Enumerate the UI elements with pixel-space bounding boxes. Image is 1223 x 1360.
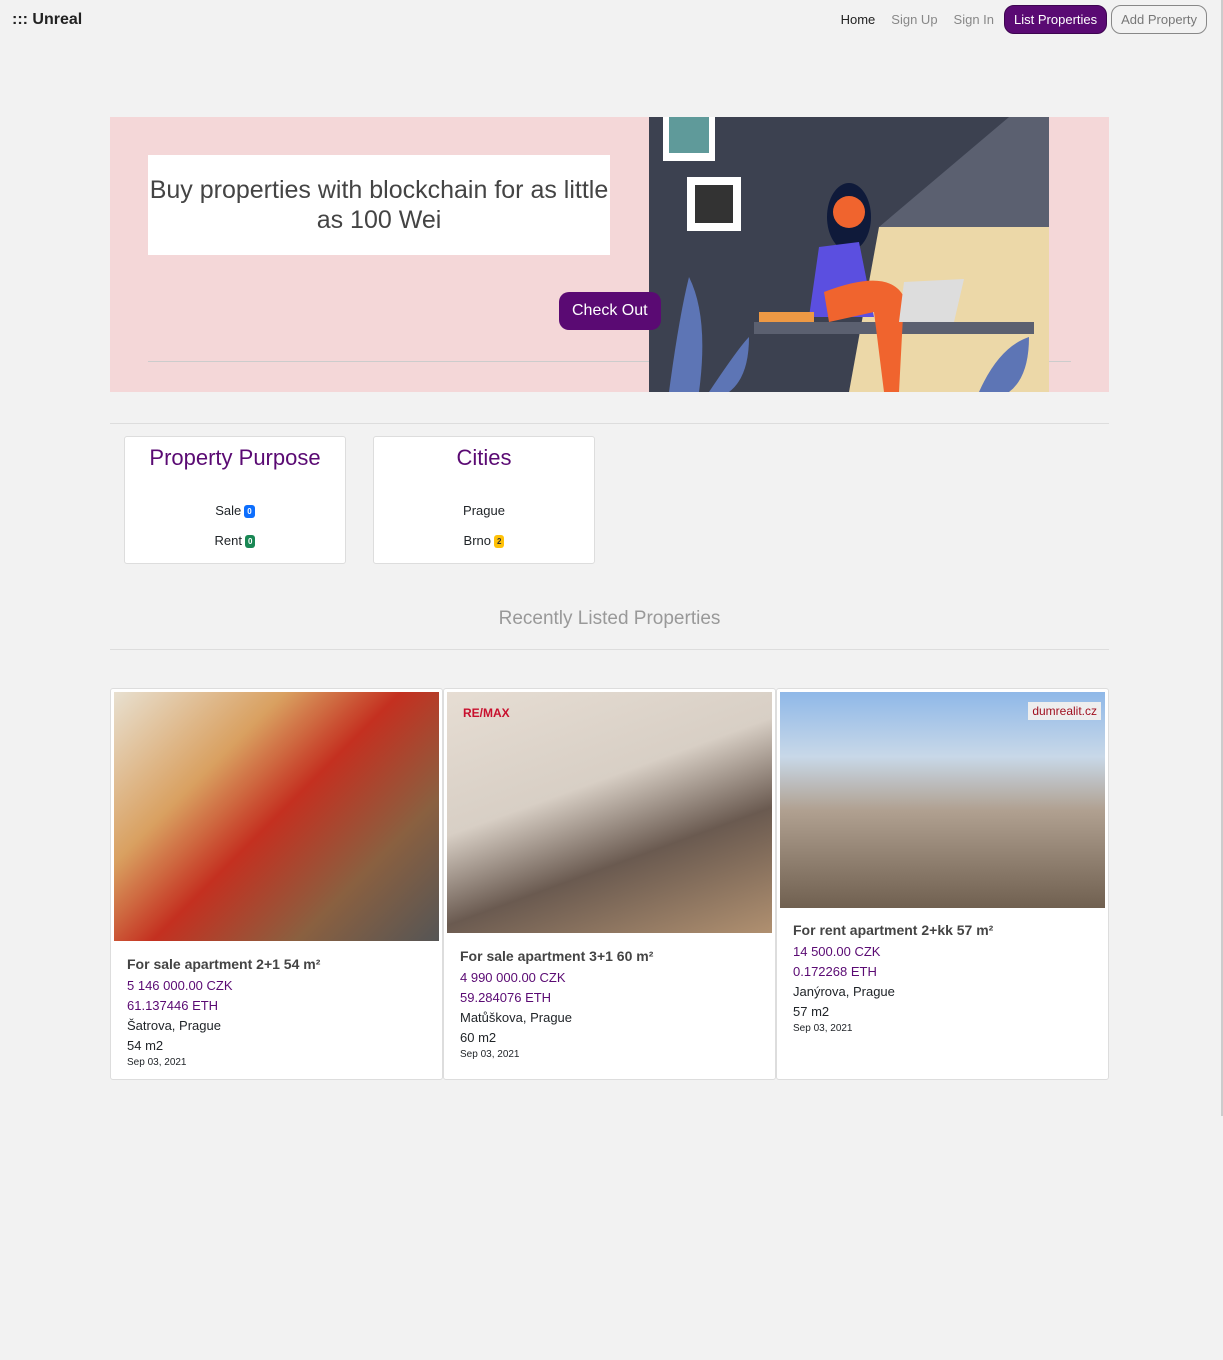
nav-home[interactable]: Home	[835, 6, 882, 33]
listed-date: Sep 03, 2021	[127, 1057, 187, 1068]
divider	[110, 423, 1109, 424]
property-purpose-card: Property Purpose Sale 0 Rent 0	[124, 436, 346, 564]
filter-sale[interactable]: Sale 0	[125, 503, 345, 519]
count-badge: 0	[245, 535, 256, 549]
address: Matůškova, Prague	[460, 1010, 573, 1025]
section-title: Recently Listed Properties	[498, 608, 721, 629]
price-czk: 5 146 000.00 CZK	[127, 978, 233, 993]
property-image[interactable]	[114, 692, 439, 941]
property-image[interactable]: dumrealit.cz	[780, 692, 1105, 908]
image-watermark: dumrealit.cz	[1028, 702, 1101, 720]
hero-banner: Buy properties with blockchain for as li…	[110, 117, 1109, 392]
area: 54 m2	[127, 1038, 164, 1053]
filter-rent[interactable]: Rent 0	[125, 533, 345, 549]
address: Janýrova, Prague	[793, 984, 895, 999]
list-properties-button[interactable]: List Properties	[1004, 5, 1108, 34]
card-title: Cities	[456, 445, 512, 470]
property-title[interactable]: For sale apartment 3+1 60 m²	[460, 946, 653, 966]
cities-card: Cities Prague Brno 2	[373, 436, 595, 564]
navbar: ::: Unreal Home Sign Up Sign In List Pro…	[0, 0, 1223, 40]
price-eth: 0.172268 ETH	[793, 964, 877, 979]
property-card[interactable]: dumrealit.cz For rent apartment 2+kk 57 …	[776, 688, 1109, 1080]
price-czk: 4 990 000.00 CZK	[460, 970, 566, 985]
property-card[interactable]: RE/MAX For sale apartment 3+1 60 m² 4 99…	[443, 688, 776, 1080]
card-title: Property Purpose	[149, 445, 321, 470]
nav-sign-up[interactable]: Sign Up	[885, 6, 943, 33]
divider	[110, 649, 1109, 650]
image-watermark: RE/MAX	[463, 706, 510, 720]
count-badge: 2	[494, 535, 505, 549]
property-image[interactable]: RE/MAX	[447, 692, 772, 933]
property-title[interactable]: For sale apartment 2+1 54 m²	[127, 954, 320, 974]
nav-sign-in[interactable]: Sign In	[948, 6, 1000, 33]
address: Šatrova, Prague	[127, 1018, 221, 1033]
brand-logo[interactable]: ::: Unreal	[12, 11, 82, 29]
filter-brno[interactable]: Brno 2	[374, 533, 594, 549]
price-czk: 14 500.00 CZK	[793, 944, 881, 959]
hero-headline: Buy properties with blockchain for as li…	[148, 155, 610, 255]
filter-prague[interactable]: Prague	[374, 503, 594, 518]
add-property-button[interactable]: Add Property	[1111, 5, 1207, 34]
property-card[interactable]: For sale apartment 2+1 54 m² 5 146 000.0…	[110, 688, 443, 1080]
hero-illustration	[649, 117, 1049, 392]
listed-date: Sep 03, 2021	[460, 1049, 520, 1060]
count-badge: 0	[244, 505, 255, 519]
check-out-button[interactable]: Check Out	[559, 292, 661, 330]
property-title[interactable]: For rent apartment 2+kk 57 m²	[793, 920, 993, 940]
price-eth: 59.284076 ETH	[460, 990, 552, 1005]
listed-date: Sep 03, 2021	[793, 1023, 853, 1034]
area: 60 m2	[460, 1030, 497, 1045]
price-eth: 61.137446 ETH	[127, 998, 219, 1013]
area: 57 m2	[793, 1004, 830, 1019]
